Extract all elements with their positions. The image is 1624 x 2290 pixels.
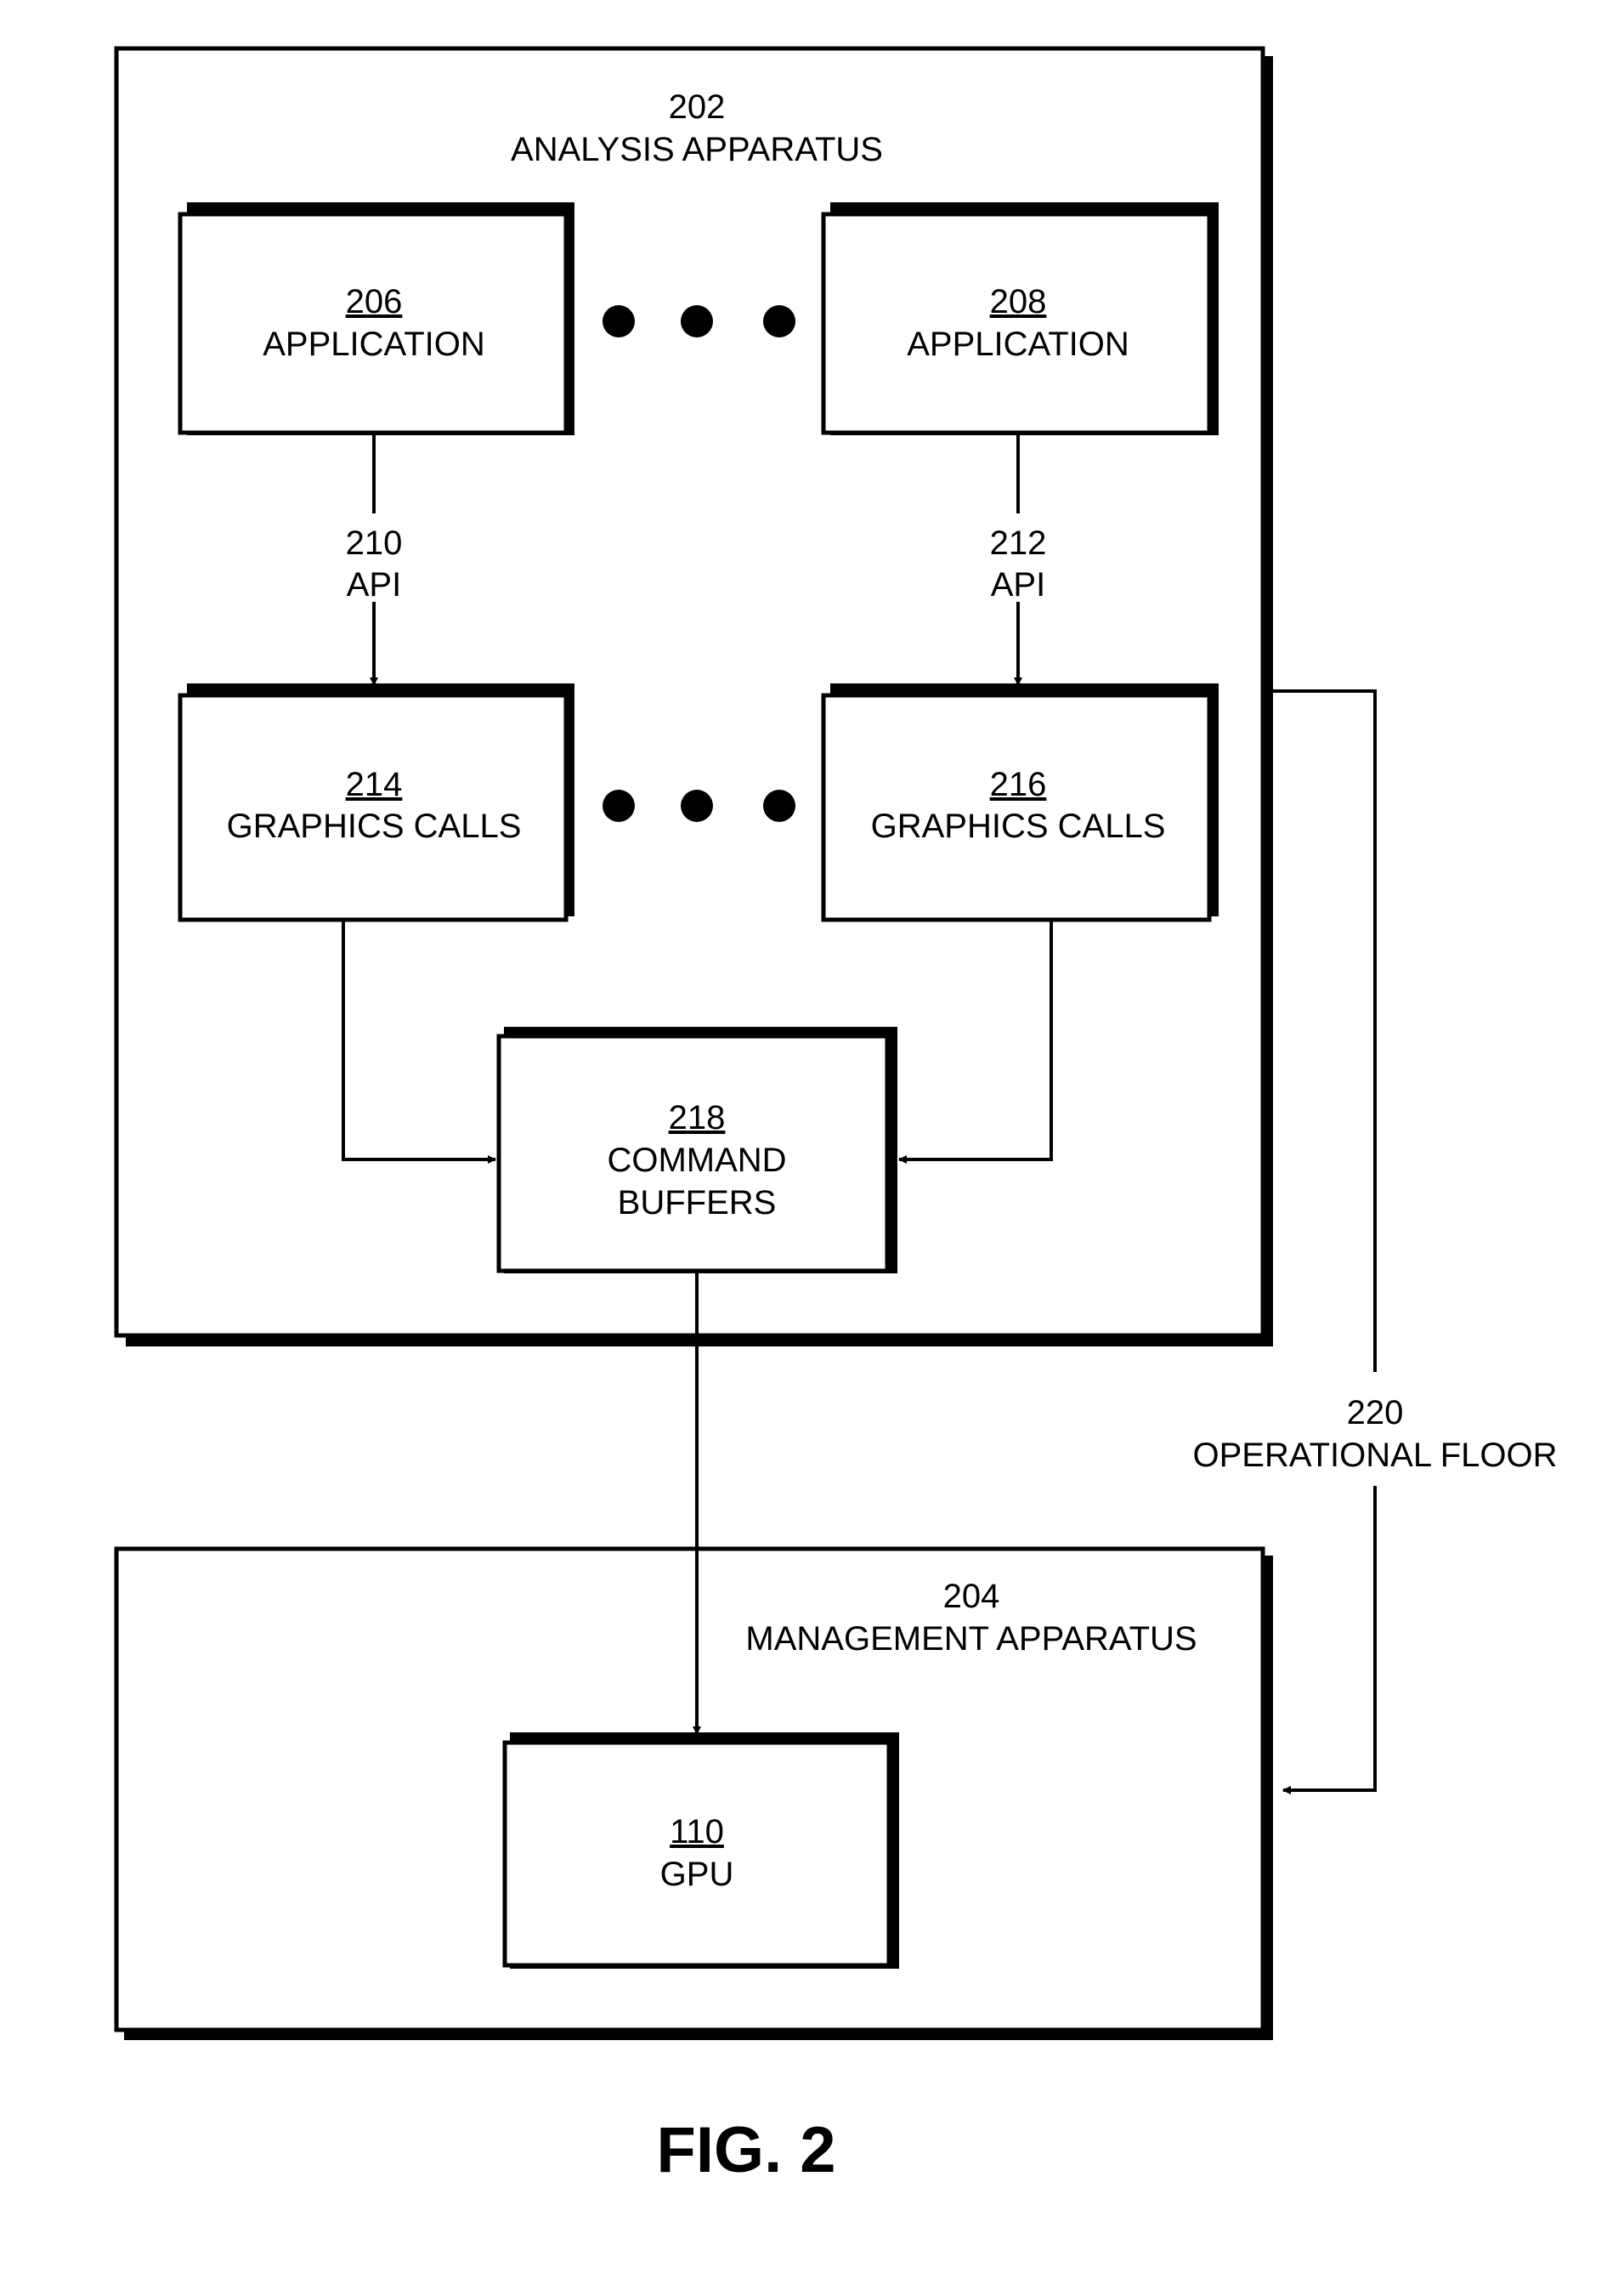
operational-floor-ref: 220: [1347, 1394, 1404, 1431]
graphics-calls-216-label: GRAPHICS CALLS: [871, 808, 1166, 845]
api-212-label: API: [991, 566, 1045, 604]
gpu-110-label: GPU: [660, 1856, 734, 1893]
management-apparatus-ref: 204: [943, 1578, 1000, 1615]
ellipsis-dot: [763, 305, 795, 337]
command-buffers-218-ref: 218: [669, 1099, 726, 1136]
command-buffers-218-label-line2: BUFFERS: [618, 1184, 777, 1222]
application-206-box: 206 APPLICATION: [178, 202, 574, 435]
gpu-110-box: 110 GPU: [502, 1732, 899, 1969]
diagram-canvas: 202 ANALYSIS APPARATUS 206 APPLICATION 2…: [114, 46, 1558, 2186]
ellipsis-dot: [763, 790, 795, 822]
graphics-calls-214-ref: 214: [346, 766, 403, 803]
graphics-calls-216-box: 216 GRAPHICS CALLS: [821, 683, 1219, 922]
gpu-110-ref: 110: [670, 1813, 724, 1851]
application-206-ref: 206: [346, 283, 403, 320]
analysis-apparatus-ref: 202: [669, 88, 726, 126]
graphics-calls-214-box: 214 GRAPHICS CALLS: [178, 683, 574, 922]
ellipsis-dot: [681, 790, 713, 822]
application-208-ref: 208: [990, 283, 1047, 320]
ellipsis-dot: [603, 305, 635, 337]
application-208-box: 208 APPLICATION: [821, 202, 1219, 435]
figure-label: FIG. 2: [656, 2114, 835, 2186]
command-buffers-218-box: 218 COMMAND BUFFERS: [496, 1027, 897, 1273]
graphics-calls-216-ref: 216: [990, 766, 1047, 803]
application-206-label: APPLICATION: [263, 326, 485, 363]
gpu-110-rect: [502, 1740, 891, 1968]
command-buffers-218-label-line1: COMMAND: [607, 1142, 786, 1179]
application-208-label: APPLICATION: [907, 326, 1129, 363]
management-apparatus-title: MANAGEMENT APPARATUS: [745, 1620, 1197, 1658]
analysis-apparatus-title: ANALYSIS APPARATUS: [511, 131, 883, 168]
application-206-rect: [178, 212, 569, 435]
operational-floor-arrow: [1282, 1486, 1377, 1794]
api-212-ref: 212: [990, 524, 1047, 562]
api-210-label: API: [347, 566, 401, 604]
ellipsis-dot: [603, 790, 635, 822]
ellipsis-dot: [681, 305, 713, 337]
application-208-rect: [821, 212, 1212, 435]
api-210-ref: 210: [346, 524, 403, 562]
operational-floor-label: OPERATIONAL FLOOR: [1193, 1437, 1558, 1474]
operational-floor-line-top: [1273, 689, 1377, 1372]
graphics-calls-214-label: GRAPHICS CALLS: [227, 808, 522, 845]
